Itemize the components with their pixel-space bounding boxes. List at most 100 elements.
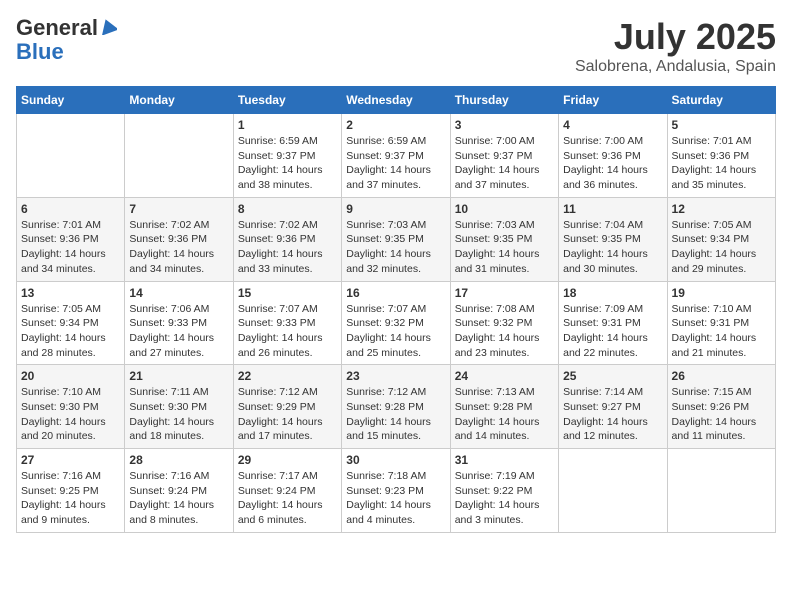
calendar-cell: 8Sunrise: 7:02 AM Sunset: 9:36 PM Daylig… xyxy=(233,197,341,281)
day-info: Sunrise: 7:04 AM Sunset: 9:35 PM Dayligh… xyxy=(563,218,662,277)
calendar-week-0: 1 Sunrise: 6:59 AM Sunset: 9:37 PM Daylig… xyxy=(17,114,776,198)
day-number: 9 xyxy=(346,202,445,216)
calendar-cell: 2 Sunrise: 6:59 AM Sunset: 9:37 PM Daylig… xyxy=(342,114,450,198)
calendar-cell: 24Sunrise: 7:13 AM Sunset: 9:28 PM Dayli… xyxy=(450,365,558,449)
day-number: 23 xyxy=(346,369,445,383)
calendar-cell: 30Sunrise: 7:18 AM Sunset: 9:23 PM Dayli… xyxy=(342,449,450,533)
day-info: Sunrise: 7:19 AM Sunset: 9:22 PM Dayligh… xyxy=(455,469,554,528)
calendar-cell: 22Sunrise: 7:12 AM Sunset: 9:29 PM Dayli… xyxy=(233,365,341,449)
calendar-header-row: SundayMondayTuesdayWednesdayThursdayFrid… xyxy=(17,87,776,114)
day-info: Sunrise: 7:18 AM Sunset: 9:23 PM Dayligh… xyxy=(346,469,445,528)
day-info: Sunrise: 7:01 AM Sunset: 9:36 PM Dayligh… xyxy=(672,134,771,193)
day-info: Sunrise: 7:05 AM Sunset: 9:34 PM Dayligh… xyxy=(21,302,120,361)
day-number: 25 xyxy=(563,369,662,383)
logo-blue-text: Blue xyxy=(16,39,64,64)
day-number: 31 xyxy=(455,453,554,467)
day-number: 1 xyxy=(238,118,337,132)
day-info: Sunrise: 7:10 AM Sunset: 9:30 PM Dayligh… xyxy=(21,385,120,444)
calendar-cell: 17Sunrise: 7:08 AM Sunset: 9:32 PM Dayli… xyxy=(450,281,558,365)
day-info: Sunrise: 7:06 AM Sunset: 9:33 PM Dayligh… xyxy=(129,302,228,361)
calendar-cell: 3 Sunrise: 7:00 AM Sunset: 9:37 PM Daylig… xyxy=(450,114,558,198)
calendar-cell: 20Sunrise: 7:10 AM Sunset: 9:30 PM Dayli… xyxy=(17,365,125,449)
calendar-cell: 14 Sunrise: 7:06 AM Sunset: 9:33 PM Dayli… xyxy=(125,281,233,365)
day-info: Sunrise: 7:16 AM Sunset: 9:24 PM Dayligh… xyxy=(129,469,228,528)
day-number: 11 xyxy=(563,202,662,216)
day-info: Sunrise: 7:09 AM Sunset: 9:31 PM Dayligh… xyxy=(563,302,662,361)
day-info: Sunrise: 7:13 AM Sunset: 9:28 PM Dayligh… xyxy=(455,385,554,444)
day-number: 2 xyxy=(346,118,445,132)
calendar-header-tuesday: Tuesday xyxy=(233,87,341,114)
calendar-week-2: 13 Sunrise: 7:05 AM Sunset: 9:34 PM Dayli… xyxy=(17,281,776,365)
calendar-cell: 15 Sunrise: 7:07 AM Sunset: 9:33 PM Dayli… xyxy=(233,281,341,365)
day-number: 26 xyxy=(672,369,771,383)
day-info: Sunrise: 7:12 AM Sunset: 9:28 PM Dayligh… xyxy=(346,385,445,444)
calendar-cell xyxy=(17,114,125,198)
calendar-cell: 7 Sunrise: 7:02 AM Sunset: 9:36 PM Daylig… xyxy=(125,197,233,281)
calendar-cell: 28 Sunrise: 7:16 AM Sunset: 9:24 PM Dayli… xyxy=(125,449,233,533)
day-number: 6 xyxy=(21,202,120,216)
logo: General Blue xyxy=(16,16,117,64)
day-info: Sunrise: 6:59 AM Sunset: 9:37 PM Dayligh… xyxy=(238,134,337,193)
day-number: 7 xyxy=(129,202,228,216)
calendar-cell: 18 Sunrise: 7:09 AM Sunset: 9:31 PM Dayli… xyxy=(559,281,667,365)
day-number: 5 xyxy=(672,118,771,132)
calendar-header-wednesday: Wednesday xyxy=(342,87,450,114)
day-info: Sunrise: 7:01 AM Sunset: 9:36 PM Dayligh… xyxy=(21,218,120,277)
calendar-cell: 19 Sunrise: 7:10 AM Sunset: 9:31 PM Dayli… xyxy=(667,281,775,365)
calendar-cell: 10 Sunrise: 7:03 AM Sunset: 9:35 PM Dayli… xyxy=(450,197,558,281)
day-number: 19 xyxy=(672,286,771,300)
calendar-cell xyxy=(667,449,775,533)
day-info: Sunrise: 7:08 AM Sunset: 9:32 PM Dayligh… xyxy=(455,302,554,361)
day-info: Sunrise: 7:17 AM Sunset: 9:24 PM Dayligh… xyxy=(238,469,337,528)
day-info: Sunrise: 6:59 AM Sunset: 9:37 PM Dayligh… xyxy=(346,134,445,193)
calendar-week-3: 20Sunrise: 7:10 AM Sunset: 9:30 PM Dayli… xyxy=(17,365,776,449)
page-header: General Blue July 2025 Salobrena, Andalu… xyxy=(16,16,776,76)
day-info: Sunrise: 7:07 AM Sunset: 9:33 PM Dayligh… xyxy=(238,302,337,361)
day-number: 12 xyxy=(672,202,771,216)
day-number: 16 xyxy=(346,286,445,300)
day-number: 22 xyxy=(238,369,337,383)
day-info: Sunrise: 7:03 AM Sunset: 9:35 PM Dayligh… xyxy=(455,218,554,277)
day-info: Sunrise: 7:14 AM Sunset: 9:27 PM Dayligh… xyxy=(563,385,662,444)
calendar-header-sunday: Sunday xyxy=(17,87,125,114)
calendar-cell: 12 Sunrise: 7:05 AM Sunset: 9:34 PM Dayli… xyxy=(667,197,775,281)
calendar-week-1: 6 Sunrise: 7:01 AM Sunset: 9:36 PM Daylig… xyxy=(17,197,776,281)
calendar-header-saturday: Saturday xyxy=(667,87,775,114)
day-number: 13 xyxy=(21,286,120,300)
day-number: 10 xyxy=(455,202,554,216)
calendar-cell: 31 Sunrise: 7:19 AM Sunset: 9:22 PM Dayli… xyxy=(450,449,558,533)
day-info: Sunrise: 7:10 AM Sunset: 9:31 PM Dayligh… xyxy=(672,302,771,361)
day-number: 27 xyxy=(21,453,120,467)
day-info: Sunrise: 7:15 AM Sunset: 9:26 PM Dayligh… xyxy=(672,385,771,444)
calendar-cell xyxy=(125,114,233,198)
calendar-cell: 9Sunrise: 7:03 AM Sunset: 9:35 PM Daylig… xyxy=(342,197,450,281)
day-info: Sunrise: 7:05 AM Sunset: 9:34 PM Dayligh… xyxy=(672,218,771,277)
day-number: 29 xyxy=(238,453,337,467)
calendar-week-4: 27Sunrise: 7:16 AM Sunset: 9:25 PM Dayli… xyxy=(17,449,776,533)
day-info: Sunrise: 7:11 AM Sunset: 9:30 PM Dayligh… xyxy=(129,385,228,444)
month-title: July 2025 xyxy=(575,16,776,58)
title-block: July 2025 Salobrena, Andalusia, Spain xyxy=(575,16,776,76)
day-number: 28 xyxy=(129,453,228,467)
day-number: 4 xyxy=(563,118,662,132)
calendar-cell: 29 Sunrise: 7:17 AM Sunset: 9:24 PM Dayli… xyxy=(233,449,341,533)
logo-general-text: General xyxy=(16,16,98,40)
calendar-cell: 25 Sunrise: 7:14 AM Sunset: 9:27 PM Dayli… xyxy=(559,365,667,449)
day-number: 18 xyxy=(563,286,662,300)
location-text: Salobrena, Andalusia, Spain xyxy=(575,58,776,76)
day-info: Sunrise: 7:02 AM Sunset: 9:36 PM Dayligh… xyxy=(129,218,228,277)
calendar-cell: 21Sunrise: 7:11 AM Sunset: 9:30 PM Dayli… xyxy=(125,365,233,449)
calendar-cell: 16 Sunrise: 7:07 AM Sunset: 9:32 PM Dayli… xyxy=(342,281,450,365)
calendar-header-friday: Friday xyxy=(559,87,667,114)
day-number: 8 xyxy=(238,202,337,216)
day-info: Sunrise: 7:07 AM Sunset: 9:32 PM Dayligh… xyxy=(346,302,445,361)
day-number: 15 xyxy=(238,286,337,300)
calendar-cell: 4Sunrise: 7:00 AM Sunset: 9:36 PM Daylig… xyxy=(559,114,667,198)
calendar-header-thursday: Thursday xyxy=(450,87,558,114)
day-number: 3 xyxy=(455,118,554,132)
calendar-cell: 27Sunrise: 7:16 AM Sunset: 9:25 PM Dayli… xyxy=(17,449,125,533)
logo-triangle-icon xyxy=(99,17,117,35)
day-number: 14 xyxy=(129,286,228,300)
day-info: Sunrise: 7:00 AM Sunset: 9:37 PM Dayligh… xyxy=(455,134,554,193)
calendar-table: SundayMondayTuesdayWednesdayThursdayFrid… xyxy=(16,86,776,533)
